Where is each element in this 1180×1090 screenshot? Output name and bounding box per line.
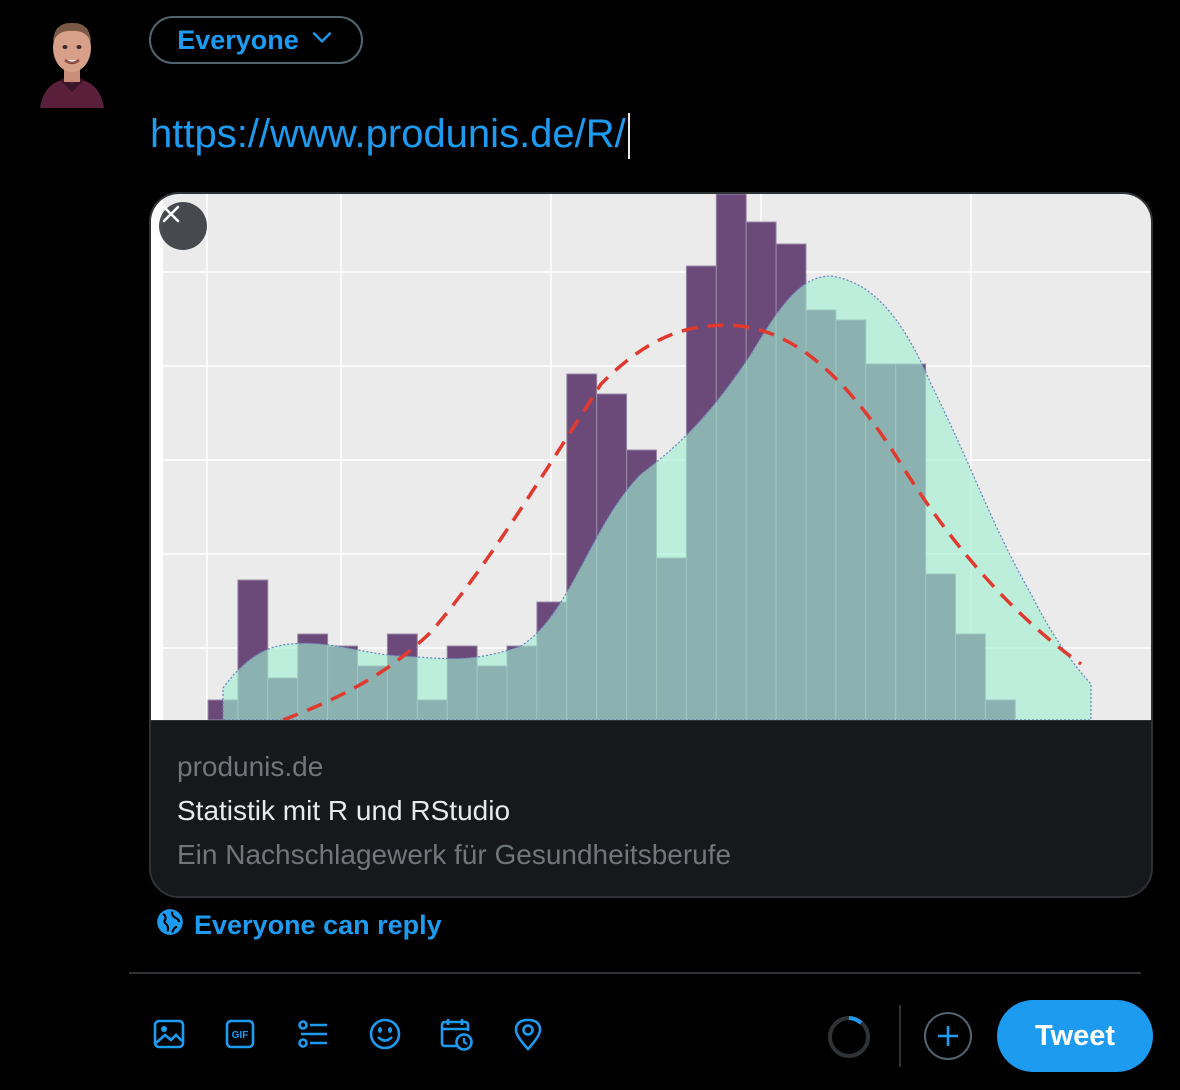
image-left-margin	[151, 194, 163, 720]
remove-card-button[interactable]	[159, 202, 207, 250]
add-emoji-button[interactable]	[367, 1016, 403, 1052]
toolbar-separator	[899, 1005, 901, 1067]
globe-icon	[156, 908, 184, 943]
density-area	[222, 275, 1092, 720]
emoji-icon	[369, 1018, 401, 1050]
audience-selector-button[interactable]: Everyone	[149, 16, 363, 64]
reply-setting-button[interactable]: Everyone can reply	[156, 908, 442, 943]
card-description: Ein Nachschlagewerk für Gesundheitsberuf…	[177, 839, 732, 870]
text-caret	[627, 113, 630, 160]
card-title: Statistik mit R und RStudio	[177, 795, 511, 826]
tweet-text: https://www.produnis.de/R/	[150, 112, 626, 156]
link-preview-image	[151, 194, 1151, 720]
card-domain: produnis.de	[177, 751, 324, 782]
add-gif-button[interactable]: GIF	[222, 1016, 258, 1052]
progress-ring-icon	[828, 1016, 870, 1058]
tweet-button[interactable]: Tweet	[997, 1000, 1153, 1072]
location-icon	[514, 1018, 542, 1051]
close-icon	[162, 205, 180, 223]
link-preview-card[interactable]: produnis.de Statistik mit R und RStudio …	[149, 192, 1153, 898]
plus-icon	[938, 1026, 958, 1046]
reply-setting-label: Everyone can reply	[194, 910, 442, 940]
gif-icon: GIF	[225, 1019, 255, 1049]
toolbar-divider	[129, 972, 1141, 974]
add-poll-button[interactable]	[295, 1016, 331, 1052]
add-thread-button[interactable]	[924, 1012, 972, 1060]
poll-icon	[298, 1020, 327, 1048]
schedule-button[interactable]	[438, 1016, 474, 1052]
link-preview-meta: produnis.de Statistik mit R und RStudio …	[151, 720, 1151, 896]
add-location-button[interactable]	[510, 1016, 546, 1052]
avatar-image	[40, 22, 104, 108]
image-icon	[153, 1019, 185, 1049]
schedule-icon	[440, 1019, 473, 1051]
chevron-down-icon	[309, 24, 335, 57]
histogram-image	[151, 194, 1151, 720]
tweet-text-input[interactable]: https://www.produnis.de/R/	[150, 112, 630, 160]
avatar[interactable]	[38, 18, 106, 108]
tweet-button-label: Tweet	[1034, 1019, 1116, 1052]
add-media-button[interactable]	[151, 1016, 187, 1052]
character-count-progress	[826, 1014, 872, 1060]
svg-text:GIF: GIF	[232, 1030, 249, 1041]
audience-label: Everyone	[177, 24, 299, 55]
